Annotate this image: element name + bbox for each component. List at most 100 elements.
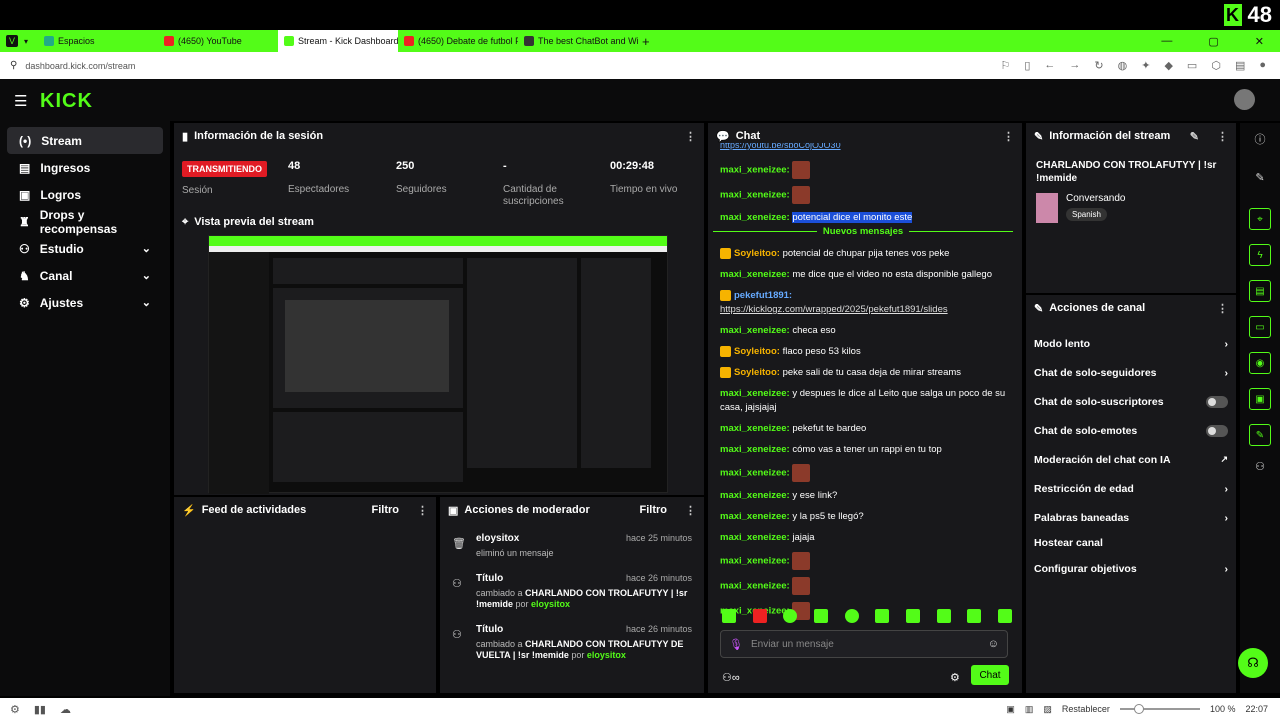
back-icon[interactable]: ← — [1044, 59, 1055, 72]
stream-preview-video[interactable] — [208, 235, 668, 494]
chat-username[interactable]: maxi_xeneizee: — [720, 423, 792, 434]
send-chat-button[interactable]: Chat — [971, 665, 1009, 685]
sidebar-item-stream[interactable]: (•) Stream — [7, 127, 163, 154]
chat-top-link[interactable]: https://youtu.be/sboCojOJO30 — [720, 143, 1012, 151]
filter-button[interactable]: Filtro — [372, 504, 400, 516]
action-emotes-only[interactable]: Chat de solo-emotes — [1026, 416, 1236, 445]
lightning-icon[interactable]: ϟ — [1249, 244, 1271, 266]
chat-username[interactable]: maxi_xeneizee: — [720, 388, 792, 399]
action-followers-only[interactable]: Chat de solo-seguidores › — [1026, 358, 1236, 387]
emote-icon[interactable] — [936, 609, 951, 623]
chat-username[interactable]: maxi_xeneizee: — [720, 325, 792, 336]
chat-username[interactable]: maxi_xeneizee: — [720, 532, 792, 543]
tab-chatbot[interactable]: The best ChatBot and Widg... — [518, 30, 638, 52]
more-icon[interactable]: ⋮ — [1217, 302, 1228, 315]
target-icon[interactable]: ⌖ — [1249, 208, 1271, 230]
chat-username[interactable]: pekefut1891: — [734, 290, 792, 301]
edit-icon[interactable]: ✎ — [1240, 171, 1280, 184]
reload-icon[interactable]: ↻ — [1094, 59, 1103, 72]
chat-username[interactable]: maxi_xeneizee: — [720, 511, 792, 522]
profile-icon[interactable]: ● — [1259, 59, 1266, 72]
gear-icon[interactable]: ⚙ — [950, 671, 960, 684]
tab-spaces[interactable]: Espacios — [38, 30, 158, 52]
reader-icon[interactable]: ▯ — [1024, 59, 1030, 72]
document-icon[interactable]: ▤ — [1249, 280, 1271, 302]
chat-username[interactable]: Soyleitoo: — [734, 367, 783, 378]
extension-icon[interactable]: ⬡ — [1211, 59, 1221, 72]
vivaldi-icon[interactable]: V — [6, 35, 18, 47]
url-field[interactable]: dashboard.kick.com/stream — [25, 61, 135, 71]
avatar[interactable] — [1234, 89, 1255, 110]
panel-icon[interactable]: ▮▮ — [34, 703, 46, 716]
more-icon[interactable]: ⋮ — [685, 504, 696, 517]
action-age-restriction[interactable]: Restricción de edad › — [1026, 474, 1236, 503]
action-configure-goals[interactable]: Configurar objetivos › — [1026, 554, 1236, 583]
settings-icon[interactable]: ⚙ — [10, 703, 20, 716]
chat-username[interactable]: Soyleitoo: — [734, 248, 783, 259]
edit-icon[interactable]: ✎ — [1190, 130, 1199, 143]
action-host-channel[interactable]: Hostear canal — [1026, 532, 1236, 554]
tab-youtube[interactable]: (4650) YouTube — [158, 30, 278, 52]
mic-icon[interactable]: 🎙 — [729, 638, 743, 651]
emote-icon[interactable] — [905, 609, 920, 623]
new-tab-icon[interactable]: + — [642, 34, 650, 49]
cloud-icon[interactable]: ☁ — [60, 703, 71, 716]
sidebar-item-ingresos[interactable]: ▤ Ingresos — [7, 154, 163, 181]
extension-icon[interactable]: ◍ — [1118, 59, 1128, 72]
more-icon[interactable]: ⋮ — [685, 130, 696, 143]
emote-icon[interactable] — [752, 609, 767, 623]
site-info-icon[interactable]: ⚲ — [10, 60, 17, 71]
broadcast-icon[interactable]: ◉ — [1249, 352, 1271, 374]
extension-icon[interactable]: ✦ — [1141, 59, 1150, 72]
chat-input[interactable]: 🎙 Enviar un mensaje ☺ — [720, 630, 1008, 658]
vpn-icon[interactable]: ▤ — [1235, 59, 1245, 72]
emote-icon[interactable] — [967, 609, 982, 623]
action-ai-moderation[interactable]: Moderación del chat con IA ↗ — [1026, 445, 1236, 474]
emote-icon[interactable] — [783, 609, 798, 623]
chat-username[interactable]: Soyleitoo: — [734, 346, 783, 357]
more-icon[interactable]: ⋮ — [1003, 130, 1014, 143]
close-icon[interactable]: ✕ — [1255, 35, 1264, 48]
chat-username[interactable]: maxi_xeneizee: — [720, 212, 792, 223]
help-button[interactable]: ☊ — [1238, 648, 1268, 678]
emote-icon[interactable] — [844, 609, 859, 623]
zoom-reset-button[interactable]: Restablecer — [1062, 704, 1110, 714]
tab-kick-dashboard[interactable]: Stream - Kick Dashboard — [278, 30, 399, 52]
sidebar-item-drops[interactable]: ♜ Drops y recompensas — [7, 208, 163, 236]
chat-username[interactable]: maxi_xeneizee: — [720, 556, 792, 567]
maximize-icon[interactable]: ▢ — [1208, 35, 1218, 48]
sidebar-item-logros[interactable]: ▣ Logros — [7, 181, 163, 208]
username-link[interactable]: eloysitox — [587, 650, 626, 660]
hamburger-menu-icon[interactable]: ☰ — [14, 92, 27, 110]
more-icon[interactable]: ⋮ — [1217, 130, 1228, 143]
action-slow-mode[interactable]: Modo lento › — [1026, 329, 1236, 358]
tiling-icon[interactable]: ▥ — [1025, 704, 1034, 715]
username-link[interactable]: eloysitox — [531, 599, 570, 609]
chat-username[interactable]: maxi_xeneizee: — [720, 490, 792, 501]
bookmark-icon[interactable]: ⚐ — [1000, 59, 1010, 72]
chat-username[interactable]: maxi_xeneizee: — [720, 190, 792, 201]
extension-icon[interactable]: ◆ — [1164, 59, 1172, 72]
chat-username[interactable]: maxi_xeneizee: — [720, 165, 792, 176]
sidebar-item-canal[interactable]: ♞ Canal ⌄ — [7, 262, 163, 289]
wrench-icon[interactable]: ✎ — [1249, 424, 1271, 446]
chat-username[interactable]: maxi_xeneizee: — [720, 269, 792, 280]
kick-logo[interactable]: KICK — [40, 90, 93, 113]
emote-icon[interactable] — [875, 609, 890, 623]
minimize-icon[interactable]: — — [1161, 35, 1172, 48]
emoji-icon[interactable]: ☺ — [988, 638, 999, 650]
chat-bubble-icon[interactable]: ▭ — [1249, 316, 1271, 338]
moderation-icon[interactable]: ▣ — [1249, 388, 1271, 410]
chat-users-icon[interactable]: ⚇∞ — [722, 671, 740, 684]
emote-icon[interactable] — [813, 609, 828, 623]
emote-icon[interactable] — [722, 609, 736, 623]
chevron-down-icon[interactable]: ▾ — [24, 37, 28, 46]
chat-username[interactable]: maxi_xeneizee: — [720, 468, 792, 479]
capture-icon[interactable]: ▣ — [1006, 704, 1015, 715]
sidebar-item-estudio[interactable]: ⚇ Estudio ⌄ — [7, 235, 163, 262]
emotes-only-toggle[interactable] — [1206, 424, 1228, 437]
more-icon[interactable]: ⋮ — [417, 504, 428, 517]
emote-icon[interactable] — [997, 609, 1012, 623]
info-icon[interactable]: ⓘ — [1240, 131, 1280, 147]
users-icon[interactable]: ⚇ — [1240, 460, 1280, 473]
